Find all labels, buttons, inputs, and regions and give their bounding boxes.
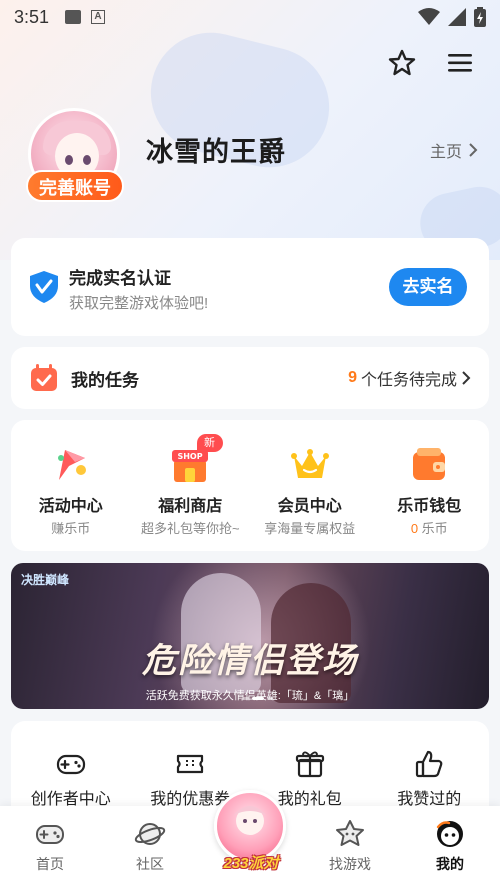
banner-brand-logo: 决胜巅峰 bbox=[21, 573, 70, 587]
wallet-icon bbox=[413, 448, 446, 480]
member-center-label: 会员中心 bbox=[277, 498, 342, 515]
calendar-check-icon bbox=[31, 364, 57, 391]
banner-title: 危险情侣登场 bbox=[142, 642, 358, 680]
thumbs-up-icon bbox=[416, 750, 443, 778]
profile-face-icon bbox=[436, 821, 463, 847]
coin-unit: 乐币 bbox=[421, 521, 448, 536]
nav-home[interactable]: 首页 bbox=[0, 806, 100, 888]
avatar-eye-left bbox=[65, 155, 73, 165]
homepage-link[interactable]: 主页 bbox=[430, 138, 478, 162]
a-notification-icon: A bbox=[91, 10, 106, 24]
coin-wallet-item[interactable]: 乐币钱包 0 乐币 bbox=[370, 420, 490, 551]
banner-pagination bbox=[243, 697, 273, 700]
nav-mine[interactable]: 我的 bbox=[400, 806, 500, 888]
nav-community-label: 社区 bbox=[136, 856, 164, 872]
crown-icon bbox=[290, 449, 329, 478]
activity-center-label: 活动中心 bbox=[38, 498, 103, 515]
verify-title: 完成实名认证 bbox=[69, 269, 171, 288]
banner-dot-active bbox=[252, 697, 264, 700]
nav-community[interactable]: 社区 bbox=[100, 806, 200, 888]
activity-center-item[interactable]: 活动中心 赚乐币 bbox=[11, 420, 131, 551]
star-face-icon bbox=[336, 820, 364, 846]
party-label[interactable]: 233派对 bbox=[214, 852, 288, 873]
welfare-shop-sub: 超多礼包等你抢~ bbox=[140, 521, 240, 536]
coin-wallet-sub: 0 乐币 bbox=[370, 518, 490, 537]
status-bar: 3:51 A bbox=[0, 0, 500, 34]
complete-account-button[interactable]: 完善账号 bbox=[26, 170, 124, 202]
coin-wallet-label: 乐币钱包 bbox=[397, 498, 462, 515]
activity-center-sub: 赚乐币 bbox=[51, 521, 91, 536]
feature-grid-card: 活动中心 赚乐币 SHOP 新 福利商店 超多礼包等你抢~ 会员中心 享海量专属… bbox=[11, 420, 489, 551]
pending-task-suffix: 个任务待完成 bbox=[360, 372, 457, 389]
star-sticker-icon[interactable] bbox=[387, 48, 417, 78]
gamepad-icon bbox=[56, 754, 85, 775]
chevron-right-icon bbox=[462, 371, 471, 385]
banner-dot bbox=[267, 697, 273, 700]
real-name-verification-card: 完成实名认证 获取完整游戏体验吧! 去实名 bbox=[11, 238, 489, 336]
planet-icon bbox=[134, 823, 166, 845]
welfare-shop-item[interactable]: SHOP 新 福利商店 超多礼包等你抢~ bbox=[131, 420, 251, 551]
signal-icon bbox=[448, 8, 466, 26]
avatar-eye-right bbox=[83, 155, 91, 165]
status-time: 3:51 bbox=[14, 6, 50, 27]
go-verify-button[interactable]: 去实名 bbox=[389, 268, 467, 306]
nav-home-label: 首页 bbox=[36, 856, 64, 872]
new-badge: 新 bbox=[196, 434, 223, 452]
member-center-sub: 享海量专属权益 bbox=[264, 521, 356, 536]
nav-find-games-label: 找游戏 bbox=[329, 856, 371, 872]
homepage-label: 主页 bbox=[429, 144, 462, 161]
image-notification-icon bbox=[65, 10, 82, 24]
banner-subtitle: 活跃免费获取永久情侣英雄:「琉」&「璃」 bbox=[145, 690, 355, 702]
promo-banner[interactable]: 决胜巅峰 危险情侣登场 活跃免费获取永久情侣英雄:「琉」&「璃」 bbox=[11, 563, 489, 709]
activity-flag-icon bbox=[57, 450, 86, 480]
member-center-item[interactable]: 会员中心 享海量专属权益 bbox=[250, 420, 370, 551]
shield-check-icon bbox=[30, 271, 58, 303]
nav-mine-label: 我的 bbox=[436, 856, 464, 872]
my-tasks-label: 我的任务 bbox=[71, 370, 139, 390]
welfare-shop-label: 福利商店 bbox=[158, 498, 223, 515]
banner-dot bbox=[243, 697, 249, 700]
nav-find-games[interactable]: 找游戏 bbox=[300, 806, 400, 888]
my-tasks-card[interactable]: 我的任务 9 个任务待完成 bbox=[11, 347, 489, 409]
pending-task-count: 9 bbox=[348, 369, 357, 386]
coin-balance: 0 bbox=[410, 521, 419, 536]
battery-icon bbox=[474, 7, 486, 27]
verify-subtitle: 获取完整游戏体验吧! bbox=[69, 295, 209, 312]
svg-text:SHOP: SHOP bbox=[178, 452, 203, 461]
menu-icon[interactable] bbox=[445, 48, 475, 78]
party-icon bbox=[234, 806, 266, 835]
chevron-right-icon bbox=[469, 143, 478, 157]
wifi-icon bbox=[418, 8, 440, 25]
pending-tasks: 9 个任务待完成 bbox=[348, 366, 471, 390]
gift-icon bbox=[295, 751, 324, 778]
home-gamepad-icon bbox=[36, 825, 64, 844]
ticket-icon bbox=[177, 754, 204, 774]
username: 冰雪的王爵 bbox=[146, 137, 286, 167]
